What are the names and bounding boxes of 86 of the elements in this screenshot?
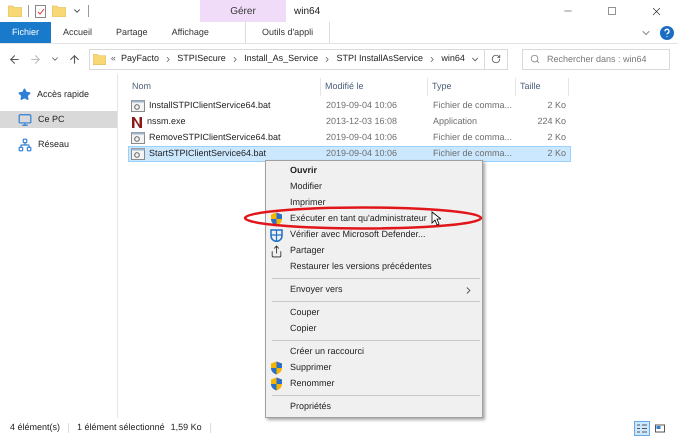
gear-file-icon: [131, 148, 145, 160]
breadcrumb[interactable]: win64: [441, 52, 465, 66]
letter-n-icon: [131, 116, 143, 128]
menu-item[interactable]: Copier: [266, 321, 482, 337]
file-type: Fichier de comma...: [432, 131, 514, 144]
shield-icon: [270, 361, 282, 375]
file-row[interactable]: RemoveSTPIClientService64.bat 2019-09-04 10:06 Fichier de comma... 2 Ko: [128, 130, 571, 146]
file-type: Application: [432, 115, 478, 128]
refresh-button[interactable]: [484, 48, 508, 70]
file-name: RemoveSTPIClientService64.bat: [149, 131, 281, 144]
file-row[interactable]: InstallSTPIClientService64.bat 2019-09-04 10:06 Fichier de comma... 2 Ko: [128, 98, 571, 114]
modified-date: 2019-09-04 10:06: [325, 147, 398, 160]
menu-item[interactable]: Créer un raccourci: [266, 344, 482, 360]
overflow-chevron[interactable]: «: [110, 52, 116, 66]
menu-item[interactable]: Renommer: [266, 376, 482, 392]
menu-item[interactable]: Partager: [266, 243, 482, 259]
menu-item[interactable]: Propriétés: [266, 399, 482, 415]
file-row[interactable]: StartSTPIClientService64.bat 2019-09-04 10:06 Fichier de comma... 2 Ko: [128, 146, 571, 162]
column-header[interactable]: Taille: [516, 78, 569, 96]
menu-item[interactable]: Imprimer: [266, 195, 482, 211]
monitor-icon: [18, 112, 32, 126]
menu-item[interactable]: Envoyer vers: [266, 282, 482, 298]
file-size: 2 Ko: [546, 99, 567, 112]
window-title: win64: [294, 4, 320, 18]
gear-file-icon: [131, 100, 145, 112]
menu-item[interactable]: Modifier: [266, 179, 482, 195]
breadcrumb[interactable]: PayFacto: [120, 52, 159, 66]
ribbon-tab[interactable]: Affichage: [160, 22, 221, 43]
file-name: nssm.exe: [147, 115, 186, 128]
file-size: 224 Ko: [536, 115, 567, 128]
selection-info: 1 élément sélectionné: [77, 421, 165, 434]
menu-item[interactable]: Vérifier avec Microsoft Defender...: [266, 227, 482, 243]
separator-icon[interactable]: [428, 54, 436, 64]
sidebar-item[interactable]: Accès rapide: [0, 86, 117, 103]
details-view-button[interactable]: [634, 420, 650, 436]
back-icon[interactable]: [8, 52, 21, 66]
file-type: Fichier de comma...: [432, 99, 514, 112]
column-header[interactable]: Type: [428, 78, 516, 96]
contextual-tab-header: Gérer: [200, 0, 286, 22]
column-header[interactable]: Modifié le: [321, 78, 428, 96]
file-name: StartSTPIClientService64.bat: [149, 147, 266, 160]
window-shield-icon: [270, 228, 282, 242]
file-tab[interactable]: Fichier: [0, 22, 52, 43]
modified-date: 2019-09-04 10:06: [325, 131, 398, 144]
ribbon-tab[interactable]: Partage: [104, 22, 160, 43]
address-bar[interactable]: « PayFacto STPISecure Install_As_Service STPI InstallAsService win64: [89, 48, 485, 70]
modified-date: 2013-12-03 16:08: [325, 115, 398, 128]
share-icon: [270, 244, 282, 258]
help-icon[interactable]: [660, 26, 674, 40]
file-row[interactable]: nssm.exe 2013-12-03 16:08 Application 224 Ko: [128, 114, 571, 130]
separator-icon[interactable]: [323, 54, 332, 64]
file-type: Fichier de comma...: [432, 147, 514, 160]
breadcrumb[interactable]: Install_As_Service: [244, 52, 318, 66]
menu-item[interactable]: Supprimer: [266, 360, 482, 376]
menu-item[interactable]: Ouvrir: [266, 163, 482, 179]
file-size: 2 Ko: [546, 147, 567, 160]
selection-size: 1,59 Ko: [170, 421, 202, 434]
gear-file-icon: [131, 132, 145, 144]
search-icon: [530, 54, 540, 64]
column-header[interactable]: Nom: [128, 78, 321, 96]
file-size: 2 Ko: [546, 131, 567, 144]
refresh-icon: [491, 54, 501, 64]
maximize-icon: [607, 6, 617, 16]
folder-icon: [52, 5, 66, 17]
up-icon[interactable]: [68, 52, 81, 66]
folder-icon: [93, 53, 106, 65]
ribbon-tab[interactable]: Accueil: [51, 22, 104, 43]
document-check-icon[interactable]: [35, 4, 46, 18]
network-icon: [18, 138, 32, 152]
picture-frame-icon: [655, 424, 665, 432]
item-count: 4 élément(s): [10, 421, 60, 434]
search-field[interactable]: Rechercher dans : win64: [522, 48, 670, 70]
shield-icon: [270, 377, 282, 391]
sidebar-item[interactable]: Réseau: [0, 136, 117, 153]
mouse-cursor-icon: [431, 211, 441, 226]
menu-item[interactable]: Restaurer les versions précédentes: [266, 259, 482, 275]
shield-icon: [270, 212, 282, 226]
list-icon: [637, 424, 647, 432]
breadcrumb[interactable]: STPISecure: [177, 52, 226, 66]
sidebar-item[interactable]: Ce PC: [0, 111, 117, 128]
breadcrumb[interactable]: STPI InstallAsService: [336, 52, 424, 66]
file-name: InstallSTPIClientService64.bat: [149, 99, 271, 112]
folder-icon: [8, 5, 22, 17]
star-icon: [18, 88, 31, 101]
modified-date: 2019-09-04 10:06: [325, 99, 398, 112]
menu-item[interactable]: Couper: [266, 305, 482, 321]
